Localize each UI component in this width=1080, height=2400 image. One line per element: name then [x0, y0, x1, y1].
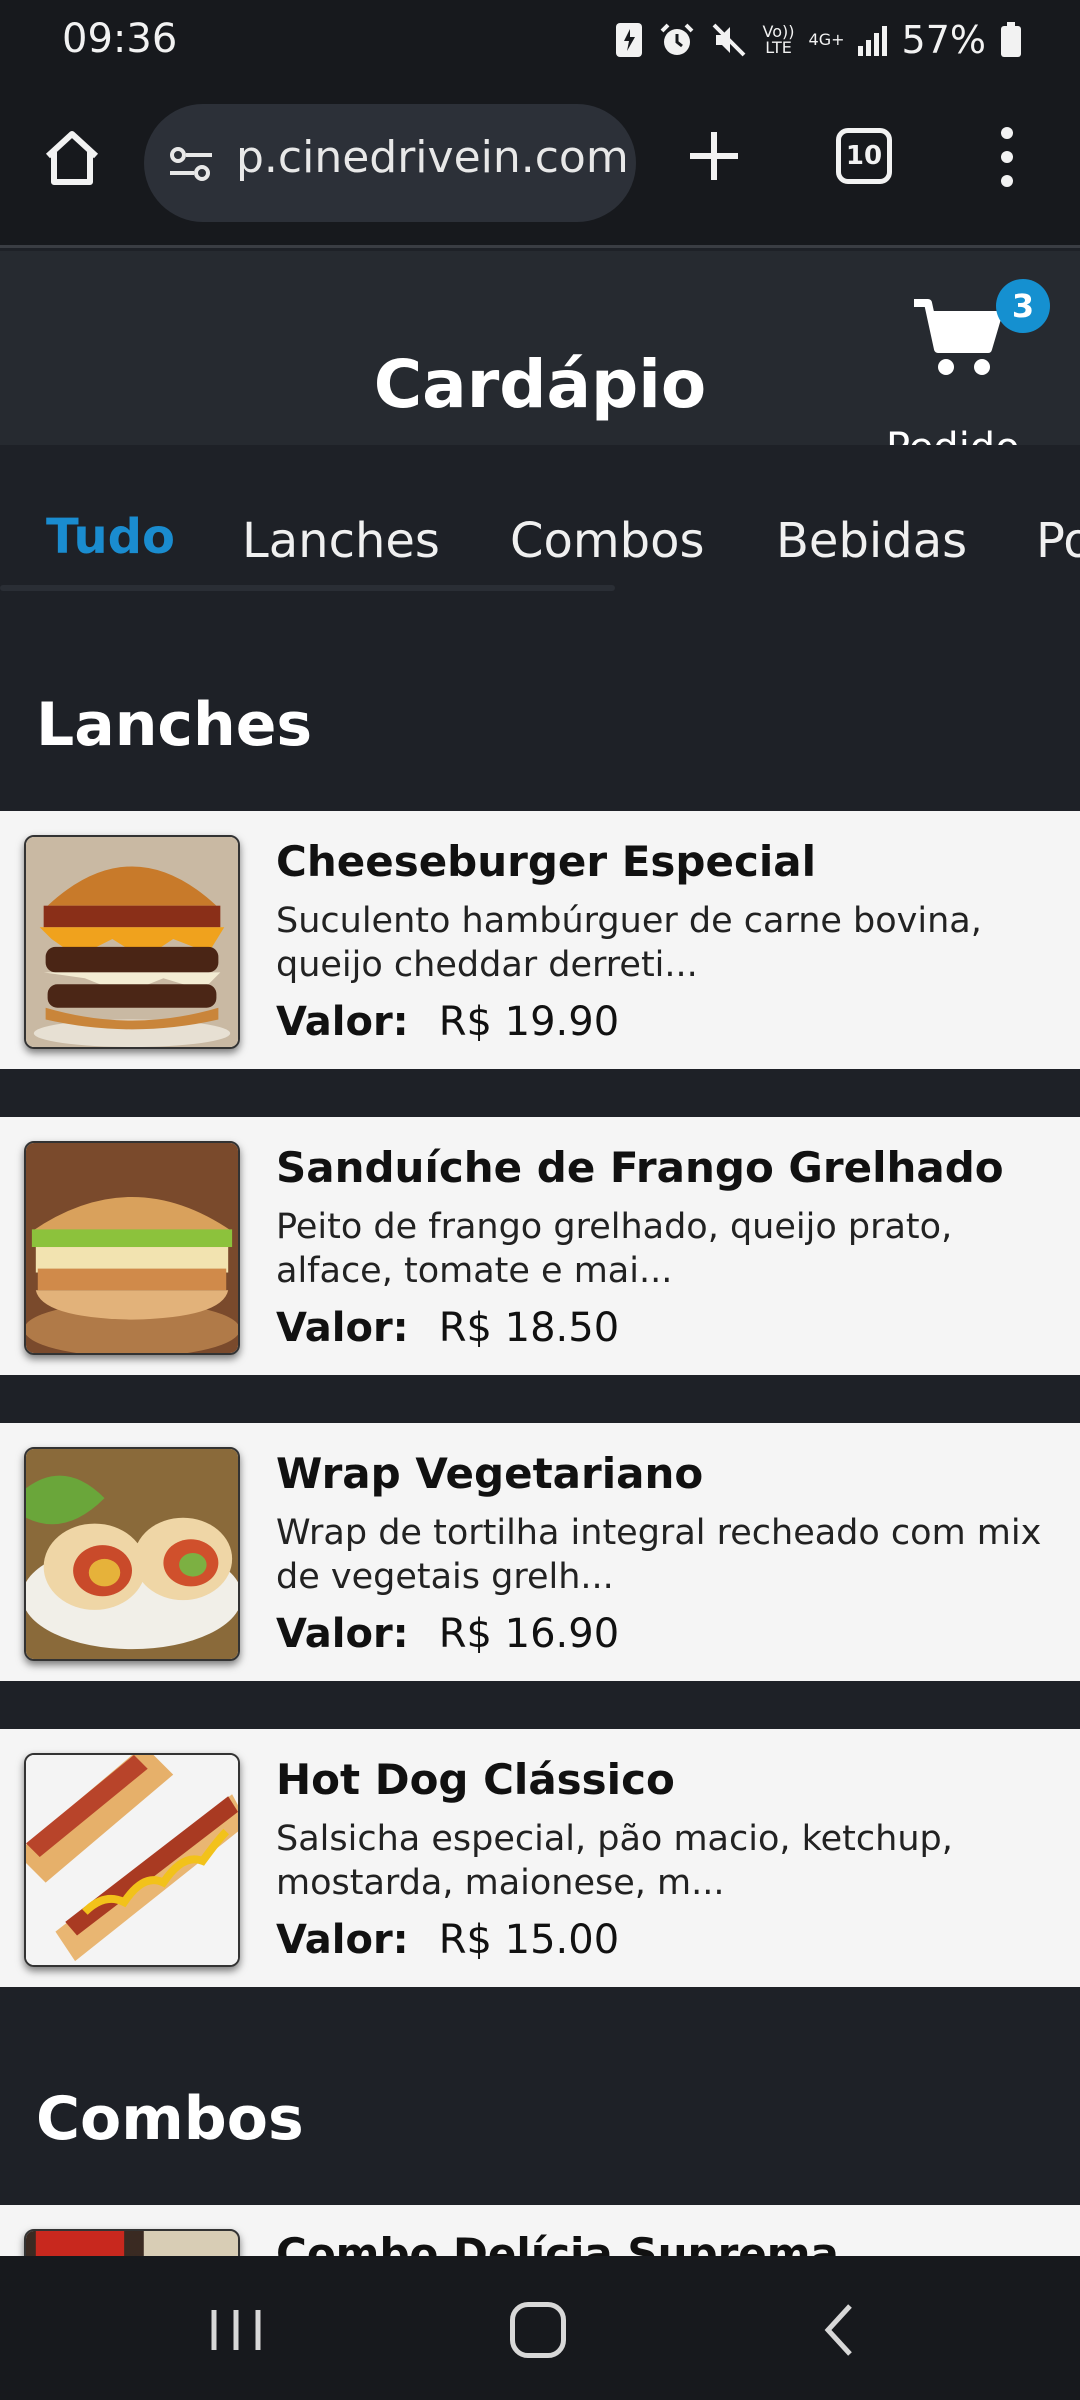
food-image-hot-dog[interactable] — [24, 1753, 240, 1967]
battery-percentage: 57% — [901, 18, 986, 62]
menu-item-card[interactable]: Sanduíche de Frango Grelhado Peito de fr… — [0, 1117, 1080, 1375]
app-header: Cardápio 3 Pedido — [0, 251, 1080, 471]
food-image-wrap[interactable] — [24, 1447, 240, 1661]
item-price-row: Valor: R$ 15.00 — [276, 1917, 619, 1963]
item-name: Wrap Vegetariano — [276, 1449, 704, 1498]
item-description: Suculento hambúrguer de carne bovina, qu… — [276, 901, 982, 985]
price-label: Valor: — [276, 999, 409, 1045]
item-price-row: Valor: R$ 16.90 — [276, 1611, 619, 1657]
tab-bebidas[interactable]: Bebidas — [776, 513, 967, 569]
item-description: Wrap de tortilha integral recheado com m… — [276, 1513, 1042, 1597]
section-title-combos: Combos — [36, 2084, 304, 2154]
back-icon[interactable] — [820, 2300, 860, 2360]
category-tabs: Tudo Lanches Combos Bebidas Po — [0, 445, 1080, 595]
tab-switcher-button[interactable]: 10 — [836, 128, 892, 184]
item-name: Hot Dog Clássico — [276, 1755, 675, 1804]
signal-icon — [857, 24, 888, 56]
item-price: R$ 18.50 — [438, 1305, 620, 1351]
cart-count-badge: 3 — [996, 279, 1050, 333]
url-text[interactable]: p.cinedrivein.com — [236, 132, 629, 183]
browser-toolbar: p.cinedrivein.com 10 — [0, 82, 1080, 248]
item-price-row: Valor: R$ 18.50 — [276, 1305, 619, 1351]
menu-item-card[interactable]: Cheeseburger Especial Suculento hambúrgu… — [0, 811, 1080, 1069]
alarm-icon — [658, 21, 696, 59]
item-description: Peito de frango grelhado, queijo prato, … — [276, 1207, 953, 1291]
tab-tudo[interactable]: Tudo — [46, 509, 175, 565]
item-name: Combo Delícia Suprema — [276, 2229, 839, 2256]
item-price: R$ 19.90 — [438, 999, 620, 1045]
new-tab-icon[interactable] — [684, 126, 744, 186]
food-image-chicken-sandwich[interactable] — [24, 1141, 240, 1355]
item-price: R$ 16.90 — [438, 1611, 620, 1657]
item-name: Sanduíche de Frango Grelhado — [276, 1143, 1004, 1192]
mute-icon — [710, 21, 748, 59]
food-image-cheeseburger[interactable] — [24, 835, 240, 1049]
shopping-cart-icon[interactable] — [912, 297, 1002, 377]
section-title-lanches: Lanches — [36, 690, 313, 760]
cart-button[interactable]: 3 Pedido — [880, 279, 1050, 471]
network-type-indicator: 4G+ — [808, 30, 845, 49]
tabs-scroll-indicator — [0, 585, 615, 591]
menu-item-card[interactable]: Hot Dog Clássico Salsicha especial, pão … — [0, 1729, 1080, 1987]
item-price: R$ 15.00 — [438, 1917, 620, 1963]
tab-lanches[interactable]: Lanches — [242, 513, 440, 569]
battery-icon — [1000, 22, 1022, 58]
address-bar[interactable]: p.cinedrivein.com — [144, 104, 636, 222]
recent-apps-icon[interactable] — [206, 2306, 266, 2354]
nav-home-icon[interactable] — [510, 2302, 566, 2358]
price-label: Valor: — [276, 1611, 409, 1657]
price-label: Valor: — [276, 1305, 409, 1351]
browser-home-icon[interactable] — [40, 126, 104, 190]
site-settings-icon[interactable] — [166, 139, 216, 189]
item-price-row: Valor: R$ 19.90 — [276, 999, 619, 1045]
food-image-combo[interactable] — [24, 2229, 240, 2256]
status-bar: 09:36 Vo)) LTE 4G+ 57% — [0, 0, 1080, 82]
item-description: Salsicha especial, pão macio, ketchup, m… — [276, 1819, 953, 1903]
item-name: Cheeseburger Especial — [276, 837, 817, 886]
tab-combos[interactable]: Combos — [510, 513, 704, 569]
status-time: 09:36 — [62, 16, 178, 62]
tab-partial[interactable]: Po — [1036, 513, 1080, 569]
status-icons: Vo)) LTE 4G+ 57% — [614, 14, 1022, 66]
system-nav-bar — [0, 2256, 1080, 2400]
menu-item-card[interactable]: Combo Delícia Suprema — [0, 2205, 1080, 2256]
menu-item-card[interactable]: Wrap Vegetariano Wrap de tortilha integr… — [0, 1423, 1080, 1681]
volte-indicator: Vo)) LTE — [762, 22, 795, 57]
browser-menu-icon[interactable] — [992, 120, 1022, 194]
price-label: Valor: — [276, 1917, 409, 1963]
notification-app-icon — [614, 21, 644, 59]
